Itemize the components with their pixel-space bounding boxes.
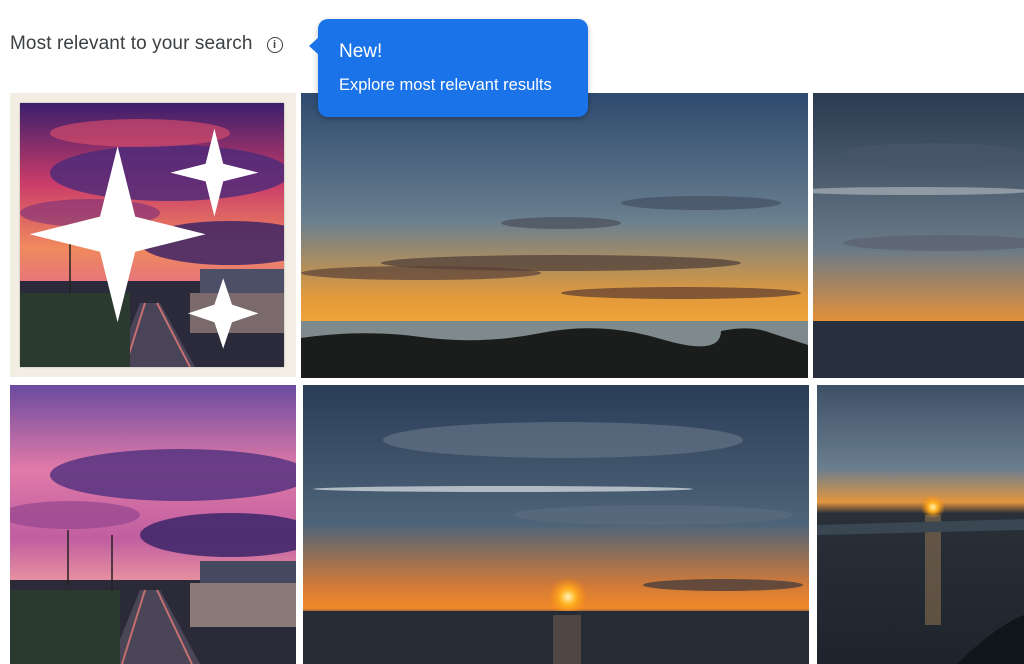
- image-result-4[interactable]: [10, 385, 296, 664]
- section-title: Most relevant to your search: [10, 33, 253, 54]
- image-result-3[interactable]: [813, 93, 1024, 378]
- image-result-4-photo: [10, 385, 296, 664]
- sparkle-icon: [29, 128, 259, 349]
- tooltip-body: Explore most relevant results: [339, 76, 552, 94]
- info-icon[interactable]: i: [266, 37, 283, 53]
- image-result-1-photo: [20, 103, 284, 367]
- image-result-2-photo: [301, 93, 808, 378]
- tooltip-title: New!: [339, 41, 383, 62]
- image-result-3-photo: [813, 93, 1024, 378]
- section-header: Most relevant to your search i: [10, 28, 283, 60]
- image-result-5-photo: [303, 385, 809, 664]
- image-result-2[interactable]: [301, 93, 808, 378]
- image-result-6[interactable]: [817, 385, 1024, 664]
- image-result-6-photo: [817, 385, 1024, 664]
- image-result-1[interactable]: [10, 93, 296, 377]
- image-result-5[interactable]: [303, 385, 809, 664]
- new-feature-tooltip[interactable]: New! Explore most relevant results: [309, 19, 588, 117]
